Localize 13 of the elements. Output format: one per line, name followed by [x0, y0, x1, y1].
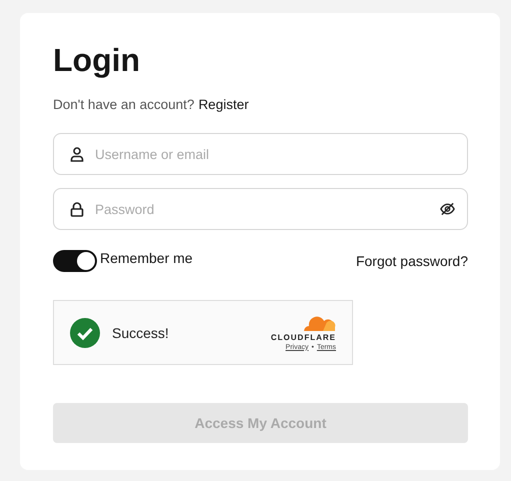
eye-off-icon[interactable]	[440, 202, 455, 216]
signup-prompt: Don't have an account?	[53, 97, 194, 112]
captcha-status: Success!	[112, 324, 170, 340]
remember-toggle[interactable]	[53, 250, 97, 272]
brand-name: CLOUDFLARE	[270, 332, 336, 342]
remember-label: Remember me	[100, 250, 193, 266]
register-link[interactable]: Register	[198, 97, 249, 112]
username-field[interactable]: Username or email	[53, 133, 468, 175]
user-icon	[69, 146, 85, 162]
password-field[interactable]: Password	[53, 188, 468, 230]
login-title: Login	[53, 41, 142, 79]
lock-icon	[69, 201, 85, 217]
forgot-password-link[interactable]: Forgot password?	[356, 253, 468, 269]
